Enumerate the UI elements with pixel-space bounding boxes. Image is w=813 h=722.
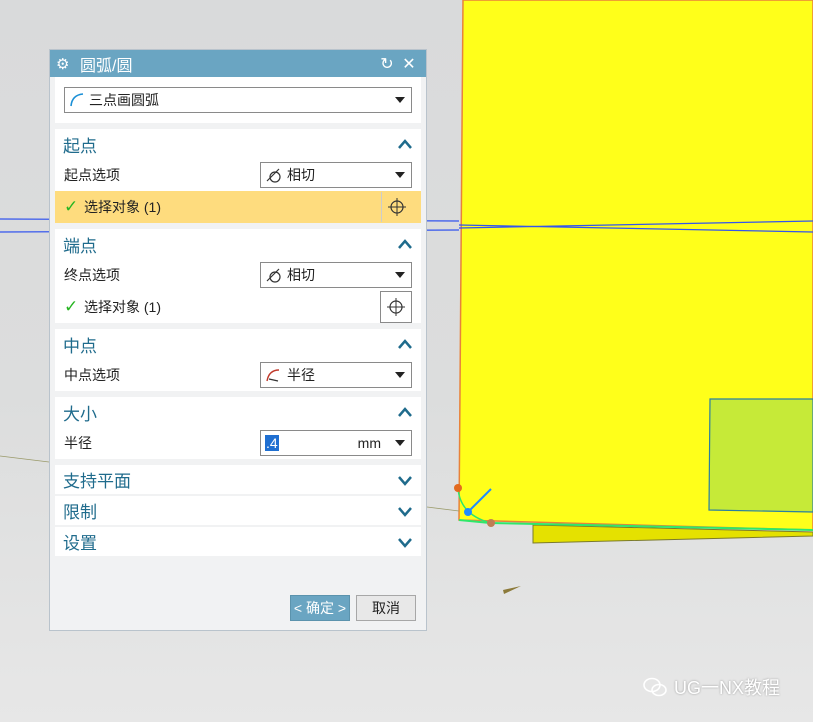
chevron-up-icon[interactable]: [397, 336, 413, 352]
start-option-dropdown[interactable]: 相切: [260, 162, 412, 188]
section-end-point: 端点 终点选项 相切 ✓ 选择对象 (1): [55, 229, 421, 323]
section-limits[interactable]: 限制: [55, 496, 421, 525]
arc-start-point[interactable]: [454, 484, 462, 492]
section-limits-title: 限制: [63, 503, 97, 522]
section-mid-header[interactable]: 中点: [55, 329, 421, 359]
chevron-down-icon: [395, 372, 405, 378]
check-icon: ✓: [64, 197, 79, 216]
section-end-header[interactable]: 端点: [55, 229, 421, 259]
end-select-text: 选择对象 (1): [84, 299, 161, 315]
watermark-text: UG一NX教程: [674, 678, 781, 698]
gear-icon[interactable]: ⚙: [56, 55, 74, 73]
dialog-body: 三点画圆弧 起点 起点选项 相切 ✓ 选择对象 (1) 端点 终点选项 相切 ✓…: [50, 77, 426, 630]
chevron-down-icon[interactable]: [395, 440, 405, 446]
close-icon[interactable]: ✕: [398, 54, 420, 74]
chevron-down-icon[interactable]: [397, 534, 413, 550]
section-size-header[interactable]: 大小: [55, 397, 421, 427]
wechat-icon: [643, 677, 667, 697]
start-option-row: 起点选项 相切: [55, 159, 421, 191]
section-settings-title: 设置: [63, 534, 97, 553]
crosshair-icon: [388, 198, 406, 216]
chevron-up-icon[interactable]: [397, 404, 413, 420]
reset-icon[interactable]: ↻: [376, 54, 398, 74]
section-end-title: 端点: [63, 236, 97, 256]
dialog-titlebar[interactable]: ⚙ 圆弧/圆 ↻ ✕: [50, 50, 426, 77]
section-start-point: 起点 起点选项 相切 ✓ 选择对象 (1): [55, 129, 421, 223]
chevron-down-icon[interactable]: [397, 503, 413, 519]
check-icon: ✓: [64, 297, 79, 316]
tangent-icon: [266, 268, 281, 283]
section-support-plane[interactable]: 支持平面: [55, 465, 421, 494]
watermark: UG一NX教程: [642, 674, 780, 700]
arc-circle-dialog: ⚙ 圆弧/圆 ↻ ✕ 三点画圆弧 起点 起点选项 相切 ✓ 选择对象 (1) 端…: [49, 49, 427, 631]
section-support-plane-title: 支持平面: [63, 472, 131, 491]
radius-label: 半径: [64, 435, 92, 451]
chevron-up-icon[interactable]: [397, 236, 413, 252]
section-size: 大小 半径 .4 mm: [55, 397, 421, 459]
arc-end-point[interactable]: [487, 519, 495, 527]
mid-option-row: 中点选项 半径: [55, 359, 421, 391]
radius-unit: mm: [357, 435, 381, 451]
arc-type-dropdown[interactable]: 三点画圆弧: [64, 87, 412, 113]
mid-option-label: 中点选项: [64, 367, 120, 383]
start-option-value: 相切: [287, 167, 315, 183]
radius-input[interactable]: .4 mm: [260, 430, 412, 456]
arc-type-value: 三点画圆弧: [89, 92, 159, 108]
section-mid-point: 中点 中点选项 半径: [55, 329, 421, 391]
end-option-label: 终点选项: [64, 267, 120, 283]
section-settings[interactable]: 设置: [55, 527, 421, 556]
cone-marker: [503, 586, 521, 594]
chevron-down-icon: [395, 97, 405, 103]
section-size-title: 大小: [63, 404, 97, 424]
chevron-down-icon: [395, 172, 405, 178]
ground-line-mid: [426, 506, 460, 512]
cancel-button[interactable]: 取消: [356, 595, 416, 621]
radius-icon: [266, 369, 280, 382]
type-row: 三点画圆弧: [55, 77, 421, 123]
start-select-object[interactable]: ✓ 选择对象 (1): [55, 191, 421, 223]
tangent-icon: [266, 168, 281, 183]
chevron-down-icon: [395, 272, 405, 278]
ok-button[interactable]: < 确定 >: [290, 595, 350, 621]
ground-line-left: [0, 455, 50, 463]
end-crosshair-button[interactable]: [380, 291, 412, 323]
section-start-title: 起点: [63, 136, 97, 156]
radius-value[interactable]: .4: [265, 435, 279, 451]
mid-option-dropdown[interactable]: 半径: [260, 362, 412, 388]
chevron-down-icon[interactable]: [397, 472, 413, 488]
start-option-label: 起点选项: [64, 167, 120, 183]
end-option-value: 相切: [287, 267, 315, 283]
arc-icon: [70, 93, 84, 107]
dialog-footer: < 确定 > 取消: [50, 586, 426, 630]
end-option-dropdown[interactable]: 相切: [260, 262, 412, 288]
radius-row: 半径 .4 mm: [55, 427, 421, 459]
crosshair-icon: [387, 298, 405, 316]
end-select-object[interactable]: ✓ 选择对象 (1): [55, 291, 421, 323]
start-crosshair-button[interactable]: [381, 192, 412, 222]
end-option-row: 终点选项 相切: [55, 259, 421, 291]
section-start-header[interactable]: 起点: [55, 129, 421, 159]
inner-pocket[interactable]: [708, 398, 813, 513]
arc-mid-point[interactable]: [464, 508, 472, 516]
section-mid-title: 中点: [63, 336, 97, 356]
chevron-up-icon[interactable]: [397, 136, 413, 152]
start-select-text: 选择对象 (1): [84, 199, 161, 215]
dialog-title: 圆弧/圆: [80, 57, 133, 75]
mid-option-value: 半径: [287, 367, 315, 383]
